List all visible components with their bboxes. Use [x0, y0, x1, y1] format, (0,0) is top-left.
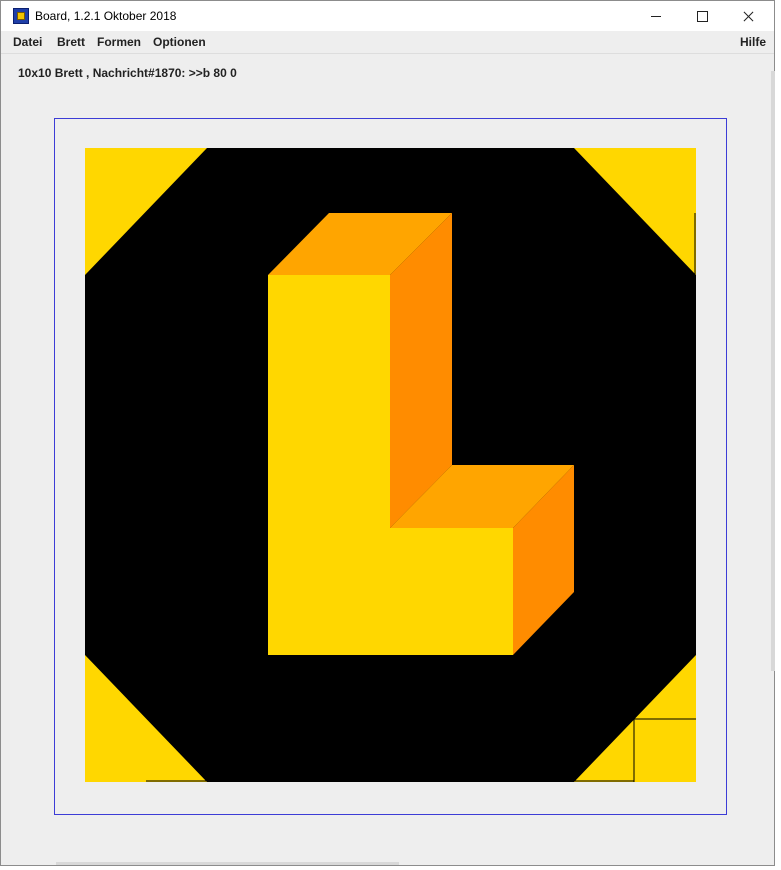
- menu-optionen[interactable]: Optionen: [153, 35, 206, 49]
- close-button[interactable]: [725, 1, 771, 31]
- minimize-button[interactable]: [633, 1, 679, 31]
- bottom-strip: [56, 862, 399, 865]
- scrollbar-edge: [771, 71, 775, 671]
- title-bar[interactable]: Board, 1.2.1 Oktober 2018: [1, 1, 774, 31]
- maximize-button[interactable]: [679, 1, 725, 31]
- game-board[interactable]: [85, 148, 696, 782]
- menu-formen[interactable]: Formen: [97, 35, 141, 49]
- status-message: 10x10 Brett , Nachricht#1870: >>b 80 0: [18, 66, 237, 80]
- menu-bar: Datei Brett Formen Optionen Hilfe: [1, 31, 774, 54]
- app-window: Board, 1.2.1 Oktober 2018 Datei Brett Fo…: [0, 0, 775, 866]
- menu-hilfe[interactable]: Hilfe: [740, 35, 766, 49]
- board-app-icon: [13, 8, 29, 24]
- menu-datei[interactable]: Datei: [13, 35, 42, 49]
- window-title: Board, 1.2.1 Oktober 2018: [35, 9, 177, 23]
- menu-brett[interactable]: Brett: [57, 35, 85, 49]
